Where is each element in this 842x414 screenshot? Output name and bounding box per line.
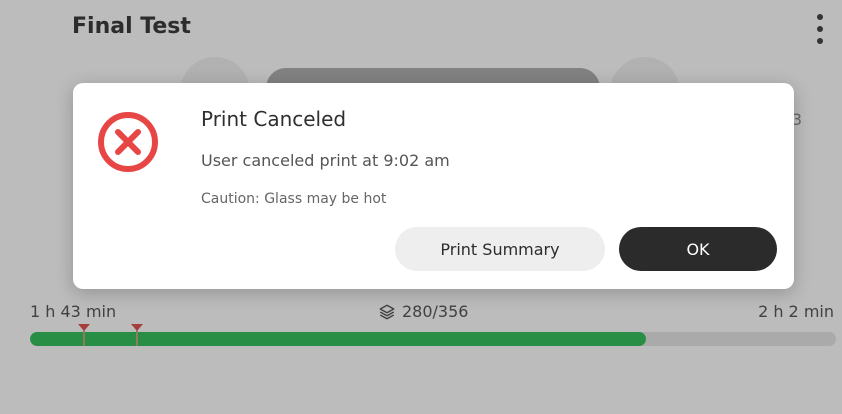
dialog-title: Print Canceled xyxy=(201,107,347,131)
ok-button[interactable]: OK xyxy=(619,227,777,271)
print-summary-button[interactable]: Print Summary xyxy=(395,227,605,271)
print-canceled-dialog: Print Canceled User canceled print at 9:… xyxy=(73,83,794,289)
dialog-caution: Caution: Glass may be hot xyxy=(201,191,387,207)
error-x-circle-icon xyxy=(98,112,158,172)
dialog-message: User canceled print at 9:02 am xyxy=(201,151,450,170)
